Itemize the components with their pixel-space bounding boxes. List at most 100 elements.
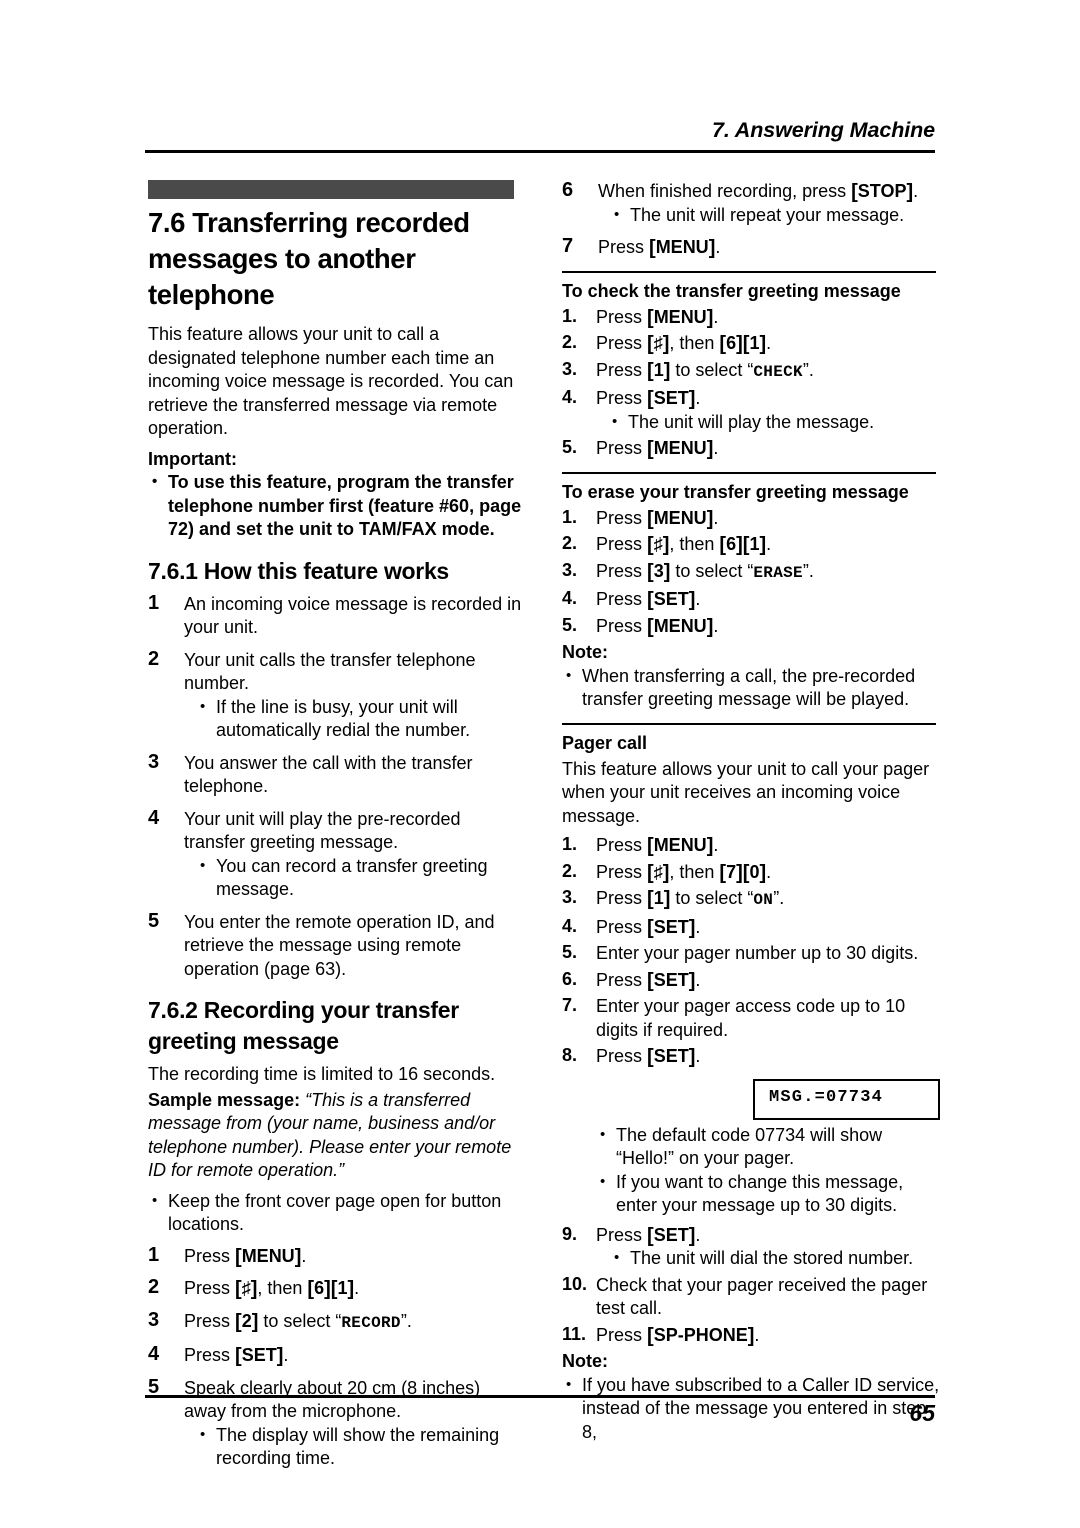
key-label: STOP [857, 181, 907, 201]
step-number: 5 [148, 909, 160, 932]
step-mid: to select “ [670, 888, 754, 908]
list-item: Keep the front cover page open for butto… [148, 1189, 526, 1237]
step-number: 3 [148, 750, 160, 773]
table-row: 2. Press [♯], then [7][0]. [562, 861, 940, 885]
table-row: 3 Press [2] to select “RECORD”. [148, 1309, 526, 1336]
list-item: If the line is busy, your unit will auto… [196, 695, 526, 743]
step-number: 4. [562, 915, 578, 936]
key-label: 6 [726, 534, 737, 554]
key-label: 1 [337, 1278, 348, 1298]
table-row: 5. Enter your pager number up to 30 digi… [562, 942, 940, 966]
step-suffix: . [713, 835, 719, 855]
table-row: 2. Press [♯], then [6][1]. [562, 533, 940, 557]
key-label: SET [653, 589, 689, 609]
step-number: 5. [562, 942, 578, 962]
step-number: 4. [562, 387, 578, 407]
step-number: 4 [148, 1343, 160, 1365]
table-row: 1 An incoming voice message is recorded … [148, 592, 526, 640]
step-text: Press [♯], then [7][0]. [596, 861, 771, 884]
step-text: An incoming voice message is recorded in… [184, 593, 522, 638]
step-prefix: When finished recording, press [598, 181, 852, 201]
list-item: When transferring a call, the pre-record… [562, 664, 940, 712]
step-prefix: Press [184, 1310, 236, 1331]
step-prefix: Press [598, 237, 650, 257]
step-prefix: Press [596, 916, 648, 937]
key-label: SET [653, 388, 689, 408]
step-text: Press [SP-PHONE]. [596, 1325, 759, 1346]
recording-step-list: 1 Press [MENU]. 2 Press [♯], then [6][1]… [148, 1244, 526, 1471]
table-row: 2 Press [♯], then [6][1]. [148, 1276, 526, 1301]
step-text: Press [MENU]. [596, 615, 718, 637]
footer-rule [145, 1395, 935, 1398]
key-sharp: [♯] [647, 534, 670, 556]
step-text: Your unit calls the transfer telephone n… [184, 649, 476, 694]
key-label: 2 [241, 1310, 252, 1331]
key-label: MENU [653, 615, 707, 636]
step-bullet-list: The unit will dial the stored number. [610, 1246, 940, 1271]
step-number: 3. [562, 559, 578, 580]
key-sharp: [♯] [647, 333, 670, 355]
pager-call-step-list: 1. Press [MENU]. 2. Press [♯], then [7][… [562, 834, 940, 1069]
display-option-check: CHECK [753, 362, 803, 381]
step-prefix: Press [596, 835, 648, 855]
table-row: 1. Press [MENU]. [562, 834, 940, 858]
step-prefix: Press [596, 359, 648, 380]
key-label: 0 [749, 861, 760, 882]
step-prefix: Press [596, 534, 648, 554]
key-label: MENU [653, 835, 707, 855]
key-menu: [MENU] [235, 1245, 302, 1268]
step-text: Press [♯], then [6][1]. [596, 333, 771, 355]
step-mid: , then [669, 333, 720, 353]
step-text: Press [SET]. [596, 969, 701, 991]
step-text: Press [MENU]. [596, 306, 718, 328]
step-mid: , then [669, 861, 720, 882]
list-item: The unit will repeat your message. [610, 203, 940, 228]
key-sharp: [♯] [647, 861, 670, 884]
sample-message-paragraph: Sample message: “This is a transferred m… [148, 1089, 526, 1183]
step-suffix: . [766, 534, 772, 554]
section-intro-paragraph: This feature allows your unit to call a … [148, 324, 514, 438]
step-prefix: Press [596, 507, 648, 528]
key-label: 6 [726, 333, 737, 353]
step-suffix: . [695, 969, 701, 990]
list-item: The display will show the remaining reco… [196, 1423, 526, 1471]
key-label: 1 [749, 534, 760, 554]
step-prefix: Press [596, 888, 648, 908]
step-number: 11. [562, 1323, 587, 1344]
header-rule [145, 150, 935, 153]
step-mid: to select “ [258, 1310, 342, 1331]
step-text: Press [SET]. [596, 1224, 700, 1246]
note-bullet-list: When transferring a call, the pre-record… [562, 664, 940, 712]
key-label: SET [653, 916, 689, 937]
note-label: Note: [562, 642, 608, 662]
table-row: 3 You answer the call with the transfer … [148, 750, 526, 799]
step-prefix: Press [596, 333, 648, 353]
key-6: [6] [307, 1278, 331, 1300]
step-mid: , then [257, 1278, 308, 1298]
table-row: 4 Your unit will play the pre-recorded t… [148, 807, 526, 902]
step-number: 6 [562, 179, 574, 201]
key-menu: [MENU] [649, 237, 716, 259]
step-number: 4. [562, 588, 578, 608]
table-row: 4. Press [SET]. [562, 916, 940, 940]
step-prefix: Press [184, 1278, 236, 1298]
step-number: 3. [562, 887, 578, 907]
step-text: Your unit will play the pre-recorded tra… [184, 808, 461, 853]
step-text: You answer the call with the transfer te… [184, 752, 473, 797]
pager-call-step-list-continued: 9. Press [SET]. The unit will dial the s… [562, 1224, 940, 1348]
step-prefix: Press [184, 1245, 236, 1266]
recording-step-list-continued: 6 When finished recording, press [STOP].… [562, 179, 940, 260]
key-label: SET [241, 1345, 277, 1365]
step-suffix: . [695, 916, 701, 937]
step-number: 8. [562, 1045, 578, 1065]
table-row: 9. Press [SET]. The unit will dial the s… [562, 1224, 940, 1271]
key-label: SET [653, 1224, 689, 1245]
key-label: MENU [653, 306, 707, 327]
step-suffix: . [913, 181, 919, 201]
key-label: 7 [726, 861, 737, 882]
key-set: [SET] [647, 916, 696, 939]
key-label: 1 [653, 359, 664, 380]
step-mid: , then [669, 534, 720, 554]
subsection-title-761: 7.6.1 How this feature works [148, 557, 449, 584]
key-3: [3] [647, 560, 671, 583]
